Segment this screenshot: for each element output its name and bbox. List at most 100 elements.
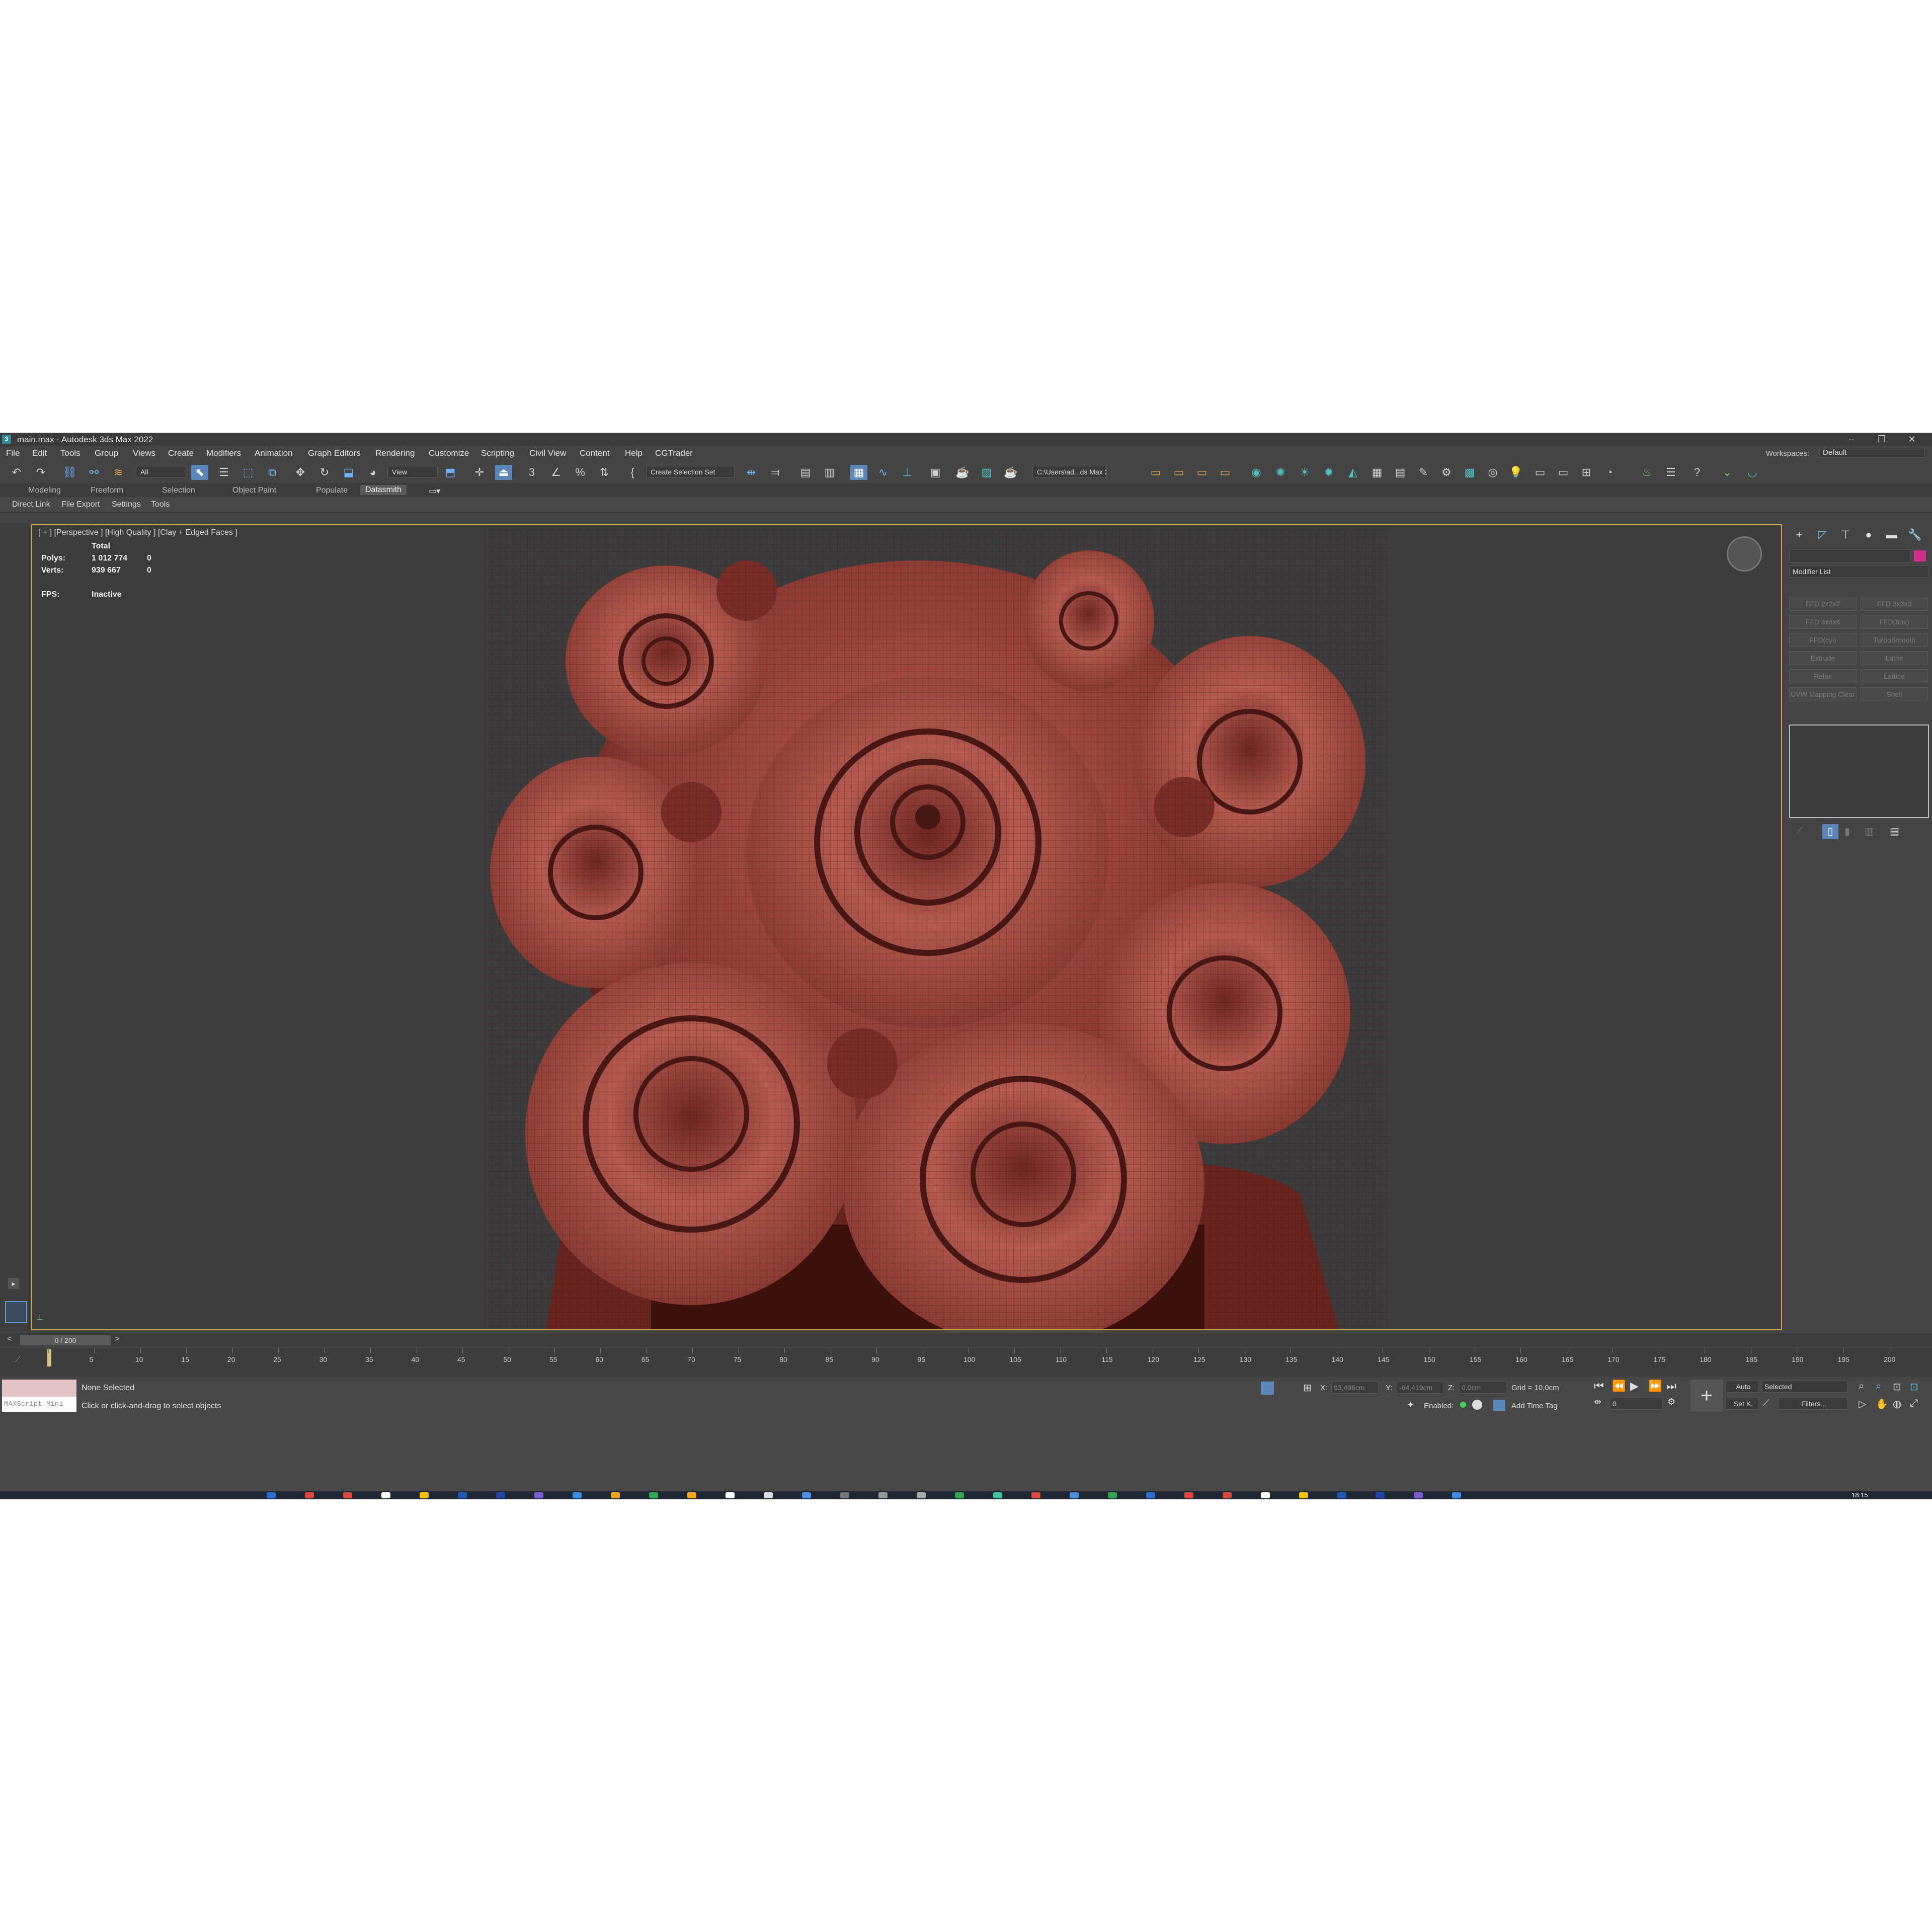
motion-tab-icon[interactable]: ● [1860,527,1878,542]
redo-icon[interactable]: ↷ [32,465,49,480]
scene-converter-icon[interactable]: ✺ [1272,465,1289,480]
taskbar-app-icon[interactable] [802,1492,811,1498]
close-button[interactable]: ✕ [1897,434,1927,445]
modifier-button[interactable]: Relax [1789,669,1857,683]
object-name-field[interactable] [1789,549,1911,562]
menu-graph-editors[interactable]: Graph Editors [308,448,361,458]
goto-start-icon[interactable]: ⏮ [1594,1380,1604,1393]
tab-selection[interactable]: Selection [162,486,195,495]
tab-object-paint[interactable]: Object Paint [232,486,276,495]
taskbar-app-icon[interactable] [687,1492,696,1498]
viewport-label[interactable]: [ + ] [Perspective ] [High Quality ] [Cl… [38,528,237,537]
taskbar-app-icon[interactable] [1337,1492,1346,1498]
modifier-button[interactable]: FFD 4x4x4 [1789,615,1857,629]
subtab-settings[interactable]: Settings [112,500,141,509]
taskbar-app-icon[interactable] [1070,1492,1079,1498]
window-crossing-icon[interactable]: ⧉ [264,465,281,480]
current-frame-field[interactable]: 0 [1610,1398,1662,1410]
menu-modifiers[interactable]: Modifiers [206,448,241,458]
taskbar-app-icon[interactable] [917,1492,926,1498]
next-key-icon[interactable]: ⏩ [1648,1380,1662,1393]
taskbar-app-icon[interactable] [1184,1492,1193,1498]
rendered-frame-window-icon[interactable]: ▨ [978,465,995,480]
hierarchy-tab-icon[interactable]: ⊤ [1836,527,1855,542]
taskbar-app-icon[interactable] [649,1492,658,1498]
auto-key-button[interactable]: Auto [1726,1381,1759,1393]
modifier-button[interactable]: FFD 2x2x2 [1789,597,1857,611]
align-icon[interactable]: ⫤ [767,465,784,480]
tab-freeform[interactable]: Freeform [91,486,123,495]
modifier-stack[interactable] [1789,725,1929,818]
taskbar-app-icon[interactable] [955,1492,964,1498]
key-filter-dropdown[interactable]: Selected [1762,1381,1847,1393]
taskbar-app-icon[interactable] [1376,1492,1385,1498]
rect-selection-icon[interactable]: ⬚ [239,465,257,480]
menu-file[interactable]: File [6,448,20,458]
tab-populate[interactable]: Populate [316,486,348,495]
tab-modeling[interactable]: Modeling [28,486,61,495]
window-icon[interactable]: ▭ [1532,465,1549,480]
zoom-extents-all-icon[interactable]: ⊡ [1910,1381,1918,1393]
rotate-icon[interactable]: ↻ [316,465,333,480]
track-bar[interactable]: ⟋ 5 10 15 20 25 30 35 40 45 50 55 60 65 70 75 80 85 90 95 1… [0,1348,1932,1377]
set-key-icon[interactable]: + [1691,1380,1723,1412]
menu-views[interactable]: Views [133,448,155,458]
taskbar-app-icon[interactable] [611,1492,620,1498]
plugin-icon[interactable]: ♨ [1638,465,1655,480]
menu-help[interactable]: Help [625,448,642,458]
menu-create[interactable]: Create [168,448,194,458]
time-slider[interactable]: 0 / 200 [20,1335,111,1345]
zoom-all-icon[interactable]: ⌕ [1876,1381,1881,1392]
bulb-icon[interactable]: 💡 [1507,465,1524,480]
taskbar-app-icon[interactable] [1223,1492,1232,1498]
utilities-tab-icon[interactable]: 🔧 [1906,527,1924,542]
menu-rendering[interactable]: Rendering [375,448,415,458]
taskbar-app-icon[interactable] [1452,1492,1461,1498]
modifier-button[interactable]: FFD(box) [1861,615,1928,629]
chevron-down-icon[interactable]: ⌄ [1719,465,1736,480]
named-selection-dropdown[interactable]: Create Selection Set [646,466,735,478]
taskbar-app-icon[interactable] [726,1492,735,1498]
taskbar-app-icon[interactable] [878,1492,888,1498]
list-icon[interactable]: ☰ [1662,465,1679,480]
toggle-scene-explorer-icon[interactable]: ▤ [797,465,814,480]
environment-icon[interactable]: ◭ [1344,465,1361,480]
menu-customize[interactable]: Customize [429,448,469,458]
key-mode-icon[interactable]: ⇹ [1594,1397,1601,1407]
create-tab-icon[interactable]: + [1790,527,1808,542]
next-frame-icon[interactable]: > [115,1335,119,1344]
show-end-result-icon[interactable]: ▯ [1822,824,1838,839]
modifier-button[interactable]: TurboSmooth [1861,633,1928,647]
refresh-icon[interactable]: ◡ [1744,465,1761,480]
light-icon[interactable]: ☀ [1296,465,1313,480]
help-icon[interactable]: ? [1688,465,1706,480]
link-icon[interactable]: ⛓ [61,465,78,480]
spinner-snap-icon[interactable]: ⇅ [596,465,613,480]
subtab-file-export[interactable]: File Export [61,500,100,509]
render-production-icon[interactable]: ☕ [1002,465,1019,480]
keyboard-shortcut-override-icon[interactable]: ⏏ [495,465,512,480]
taskbar-app-icon[interactable] [1108,1492,1117,1498]
set-key-button[interactable]: Set K. [1726,1398,1759,1410]
perspective-viewport[interactable]: [ + ] [Perspective ] [High Quality ] [Cl… [31,524,1782,1330]
schematic-view-icon[interactable]: ⊥ [899,465,916,480]
field-of-view-icon[interactable]: ▷ [1859,1398,1866,1410]
taskbar-app-icon[interactable] [764,1492,773,1498]
key-filters-icon[interactable]: ⟋ [1763,1398,1769,1408]
pan-icon[interactable]: ✋ [1876,1398,1888,1410]
save-folder-icon[interactable]: ▭ [1170,465,1187,480]
grid-icon[interactable]: ▦ [1369,465,1386,480]
taskbar-app-icon[interactable] [1299,1492,1308,1498]
tab-datasmith[interactable]: Datasmith [360,485,407,495]
pivot-icon[interactable]: ⬒ [442,465,459,480]
taskbar-app-icon[interactable] [381,1492,390,1498]
taskbar-app-icon[interactable] [1414,1492,1423,1498]
layout-icon[interactable]: ⊞ [1578,465,1595,480]
modifier-list-dropdown[interactable]: Modifier List [1789,566,1929,578]
subtab-tools[interactable]: Tools [151,500,170,509]
modify-tab-icon[interactable]: ◸ [1813,527,1831,542]
filters-button[interactable]: Filters... [1778,1398,1847,1410]
menu-scripting[interactable]: Scripting [481,448,514,458]
scale-icon[interactable]: ⬓ [340,465,357,480]
layer-explorer-icon[interactable]: ▥ [821,465,838,480]
